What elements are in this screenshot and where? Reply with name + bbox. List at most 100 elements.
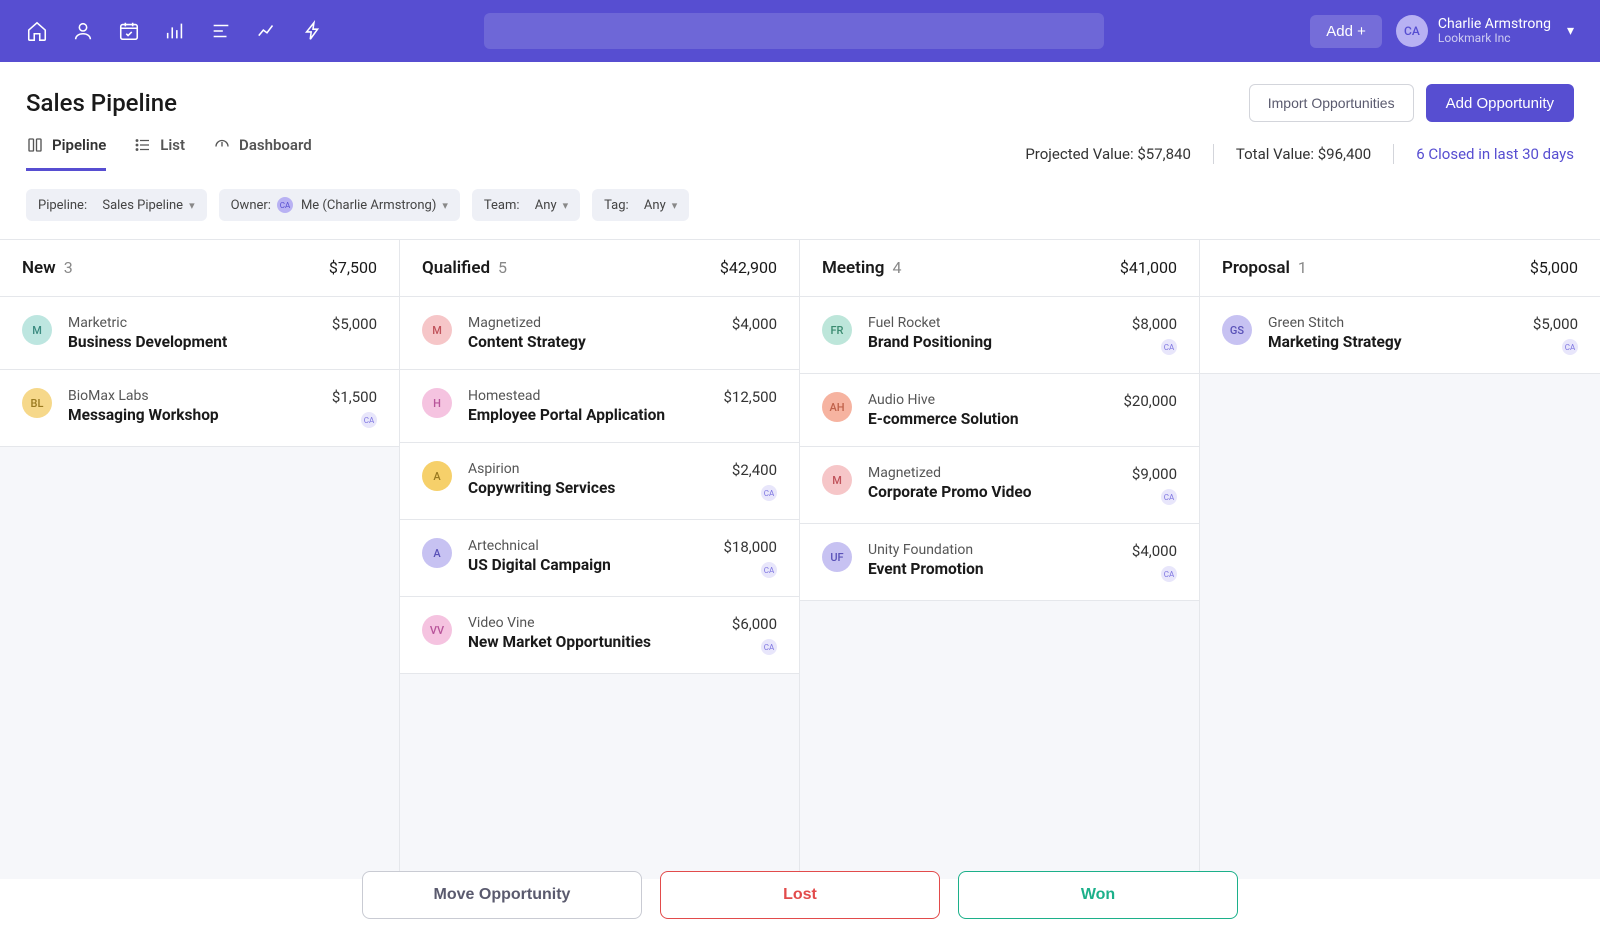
- company-avatar: M: [822, 465, 852, 495]
- chevron-down-icon: ▾: [442, 199, 448, 212]
- kanban-column: New3$7,500 M Marketric Business Development…: [0, 240, 400, 879]
- calendar-icon[interactable]: [118, 20, 140, 42]
- card-value: $5,000: [332, 315, 377, 333]
- bolt-icon[interactable]: [302, 20, 324, 42]
- company-avatar: BL: [22, 388, 52, 418]
- filter-tag[interactable]: Tag: Any▾: [592, 189, 689, 221]
- card-title: Employee Portal Application: [468, 406, 707, 424]
- kanban-column: Meeting4$41,000FRFuel RocketBrand Positi…: [800, 240, 1200, 879]
- card-company: BioMax Labs: [68, 388, 316, 404]
- card-title: E-commerce Solution: [868, 410, 1107, 428]
- topbar: Add + CA Charlie Armstrong Lookmark Inc …: [0, 0, 1600, 62]
- global-add-button[interactable]: Add +: [1310, 15, 1382, 48]
- tabs-stats-row: Pipeline List Dashboard Projected Value:…: [0, 132, 1600, 171]
- card-value: $20,000: [1123, 392, 1177, 410]
- user-avatar: CA: [1396, 15, 1428, 47]
- user-menu[interactable]: CA Charlie Armstrong Lookmark Inc ▾: [1396, 15, 1574, 47]
- column-total: $41,000: [1120, 258, 1177, 277]
- column-count: 4: [892, 258, 901, 277]
- opportunity-card[interactable]: H Homestead Employee Portal Application $12…: [400, 370, 799, 443]
- move-opportunity-button[interactable]: Move Opportunity: [362, 871, 642, 919]
- column-title: Meeting: [822, 258, 884, 278]
- add-opportunity-button[interactable]: Add Opportunity: [1426, 84, 1574, 122]
- lost-button[interactable]: Lost: [660, 871, 940, 919]
- filter-owner[interactable]: Owner: CA Me (Charlie Armstrong)▾: [219, 189, 460, 221]
- import-opportunities-button[interactable]: Import Opportunities: [1249, 84, 1414, 122]
- opportunity-card[interactable]: MMagnetizedContent Strategy$4,000: [400, 297, 799, 370]
- column-total: $5,000: [1530, 258, 1578, 277]
- card-title: Business Development: [68, 333, 316, 351]
- card-title: Corporate Promo Video: [868, 483, 1116, 501]
- card-title: US Digital Campaign: [468, 556, 707, 574]
- indent-icon[interactable]: [210, 20, 232, 42]
- card-value: $2,400: [732, 461, 777, 479]
- closed-link[interactable]: 6 Closed in last 30 days: [1416, 145, 1574, 163]
- card-company: Fuel Rocket: [868, 315, 1116, 331]
- tab-pipeline[interactable]: Pipeline: [26, 136, 106, 171]
- opportunity-card[interactable]: FRFuel RocketBrand Positioning$8,000CA: [800, 297, 1199, 374]
- bottom-actions: Move Opportunity Lost Won: [0, 871, 1600, 919]
- company-avatar: H: [422, 388, 452, 418]
- opportunity-card[interactable]: GSGreen StitchMarketing Strategy$5,000CA: [1200, 297, 1600, 374]
- card-title: Content Strategy: [468, 333, 716, 351]
- column-title: Proposal: [1222, 258, 1290, 278]
- opportunity-card[interactable]: UFUnity FoundationEvent Promotion$4,000C…: [800, 524, 1199, 601]
- card-owner-avatar: CA: [1161, 566, 1177, 582]
- column-header: Meeting 4 $41,000: [800, 240, 1199, 297]
- card-title: Brand Positioning: [868, 333, 1116, 351]
- column-total: $42,900: [720, 258, 777, 277]
- user-name: Charlie Armstrong: [1438, 17, 1551, 32]
- total-value: Total Value: $96,400: [1236, 145, 1371, 163]
- card-company: Audio Hive: [868, 392, 1107, 408]
- card-company: Artechnical: [468, 538, 707, 554]
- card-value: $1,500: [332, 388, 377, 406]
- page-header: Sales Pipeline Import Opportunities Add …: [0, 62, 1600, 132]
- column-header: New3$7,500: [0, 240, 399, 297]
- company-avatar: GS: [1222, 315, 1252, 345]
- chevron-down-icon: ▾: [672, 199, 678, 212]
- opportunity-card[interactable]: M Marketric Business Development $5,000: [0, 297, 399, 370]
- trend-icon[interactable]: [256, 20, 278, 42]
- card-owner-avatar: CA: [1161, 339, 1177, 355]
- opportunity-card[interactable]: MMagnetizedCorporate Promo Video$9,000CA: [800, 447, 1199, 524]
- card-title: Messaging Workshop: [68, 406, 316, 424]
- filter-pipeline[interactable]: Pipeline: Sales Pipeline▾: [26, 189, 207, 221]
- search-input[interactable]: [484, 13, 1104, 49]
- person-icon[interactable]: [72, 20, 94, 42]
- opportunity-card[interactable]: AArtechnicalUS Digital Campaign$18,000CA: [400, 520, 799, 597]
- card-owner-avatar: CA: [1161, 489, 1177, 505]
- chevron-down-icon: ▾: [1567, 23, 1574, 39]
- column-header: Proposal1$5,000: [1200, 240, 1600, 297]
- card-value: $8,000: [1132, 315, 1177, 333]
- card-company: Marketric: [68, 315, 316, 331]
- column-title: Qualified: [422, 258, 490, 278]
- column-title: New: [22, 258, 56, 278]
- card-value: $9,000: [1132, 465, 1177, 483]
- company-avatar: M: [22, 315, 52, 345]
- opportunity-card[interactable]: BLBioMax LabsMessaging Workshop$1,500CA: [0, 370, 399, 447]
- card-value: $5,000: [1533, 315, 1578, 333]
- card-value: $18,000: [723, 538, 777, 556]
- card-company: Homestead: [468, 388, 707, 404]
- won-button[interactable]: Won: [958, 871, 1238, 919]
- tab-dashboard[interactable]: Dashboard: [213, 136, 312, 171]
- card-value: $6,000: [732, 615, 777, 633]
- filter-team[interactable]: Team: Any▾: [472, 189, 580, 221]
- column-count: 5: [498, 258, 507, 277]
- opportunity-card[interactable]: AHAudio HiveE-commerce Solution$20,000: [800, 374, 1199, 447]
- kanban-board: New3$7,500 M Marketric Business Development…: [0, 239, 1600, 879]
- company-avatar: M: [422, 315, 452, 345]
- company-avatar: UF: [822, 542, 852, 572]
- opportunity-card[interactable]: VVVideo VineNew Market Opportunities$6,0…: [400, 597, 799, 674]
- tab-dashboard-label: Dashboard: [239, 136, 312, 154]
- tab-pipeline-label: Pipeline: [52, 136, 106, 154]
- home-icon[interactable]: [26, 20, 48, 42]
- opportunity-card[interactable]: AAspirionCopywriting Services$2,400CA: [400, 443, 799, 520]
- bars-icon[interactable]: [164, 20, 186, 42]
- stats: Projected Value: $57,840 Total Value: $9…: [1025, 144, 1574, 164]
- tab-list[interactable]: List: [134, 136, 185, 171]
- card-company: Aspirion: [468, 461, 716, 477]
- card-title: Event Promotion: [868, 560, 1116, 578]
- card-owner-avatar: CA: [1562, 339, 1578, 355]
- card-value: $12,500: [723, 388, 777, 406]
